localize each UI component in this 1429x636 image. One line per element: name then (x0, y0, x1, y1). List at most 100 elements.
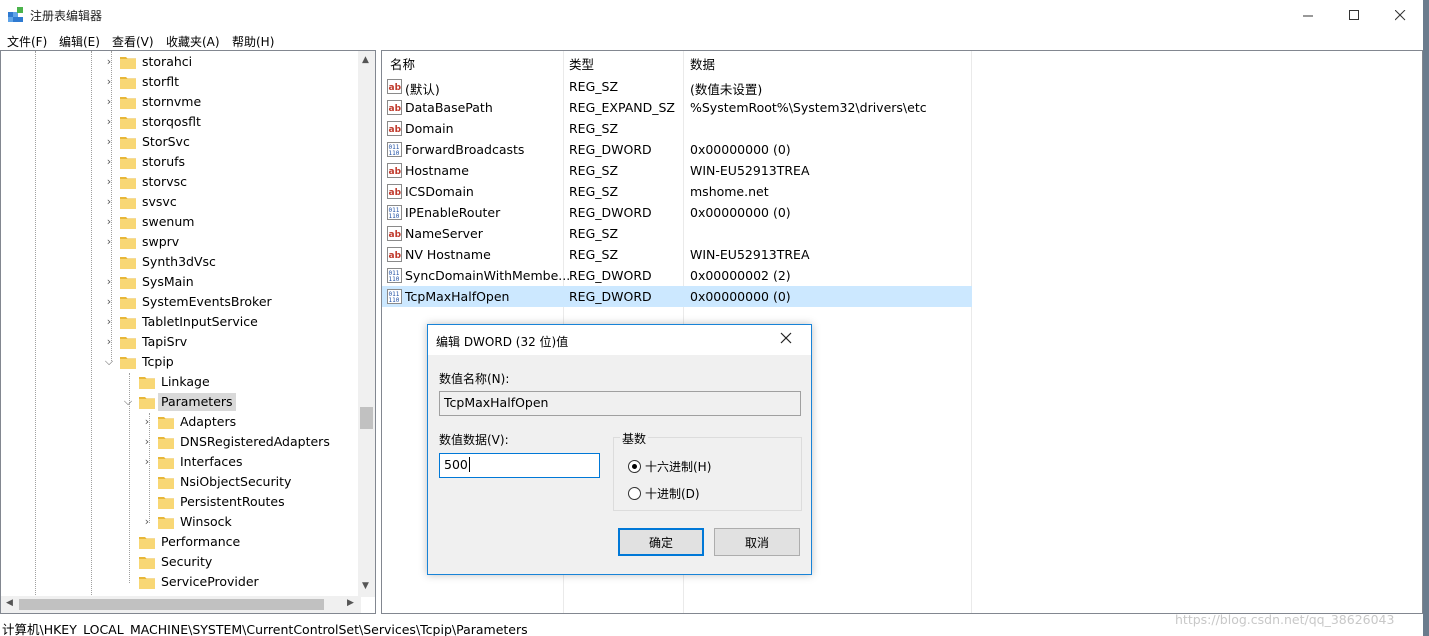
chevron-right-icon[interactable]: › (104, 216, 114, 227)
tree-node[interactable]: NsiObjectSecurity (158, 472, 294, 492)
maximize-button[interactable] (1331, 0, 1377, 30)
tree-node[interactable]: › swenum (107, 212, 197, 232)
menu-help[interactable]: 帮助(H) (232, 33, 274, 50)
tree-node[interactable]: Security (139, 552, 215, 572)
chevron-right-icon[interactable]: › (104, 156, 114, 167)
chevron-right-icon[interactable]: › (104, 176, 114, 187)
key-tree[interactable]: › storahci › storflt › stornvme › storqosflt › St… (0, 50, 376, 614)
menu-favorites[interactable]: 收藏夹(A) (166, 33, 220, 50)
folder-icon (120, 255, 136, 269)
svg-text:110: 110 (389, 150, 400, 157)
column-header-name[interactable]: 名称 (390, 54, 415, 73)
tree-node-label: Winsock (180, 514, 232, 529)
value-row[interactable]: ab (默认) REG_SZ (数值未设置) (382, 76, 972, 97)
tree-node[interactable]: › DNSRegisteredAdapters (145, 432, 333, 452)
chevron-right-icon[interactable]: › (142, 516, 152, 527)
tree-node[interactable]: › SystemEventsBroker (107, 292, 275, 312)
menu-edit[interactable]: 编辑(E) (59, 33, 100, 50)
binary-value-icon: 011 110 (387, 205, 402, 220)
value-row[interactable]: ab Domain REG_SZ (382, 118, 972, 139)
value-row[interactable]: ab ICSDomain REG_SZ mshome.net (382, 181, 972, 202)
ok-button[interactable]: 确定 (618, 528, 704, 556)
chevron-right-icon[interactable]: › (142, 456, 152, 467)
tree-guide-line (91, 51, 92, 597)
watermark-text: https://blog.csdn.net/qq_38626043 (1175, 612, 1395, 627)
tree-node[interactable]: › swprv (107, 232, 182, 252)
folder-icon (139, 555, 155, 569)
scroll-right-icon[interactable]: ▶ (347, 598, 354, 608)
chevron-right-icon[interactable]: › (104, 296, 114, 307)
tree-node[interactable]: Synth3dVsc (120, 252, 219, 272)
value-row[interactable]: ab NV Hostname REG_SZ WIN-EU52913TREA (382, 244, 972, 265)
tree-node-label: DNSRegisteredAdapters (180, 434, 330, 449)
tree-node[interactable]: › Interfaces (145, 452, 245, 472)
menu-view[interactable]: 查看(V) (112, 33, 154, 50)
tree-node[interactable]: Linkage (139, 372, 213, 392)
tree-node[interactable]: › stornvme (107, 92, 204, 112)
cancel-button[interactable]: 取消 (714, 528, 800, 556)
chevron-down-icon[interactable]: ⌵ (104, 356, 114, 367)
chevron-right-icon[interactable]: › (142, 436, 152, 447)
tree-node-label: Parameters (158, 393, 236, 411)
tree-node[interactable]: › SysMain (107, 272, 197, 292)
value-row[interactable]: ab NameServer REG_SZ (382, 223, 972, 244)
value-row[interactable]: ab DataBasePath REG_EXPAND_SZ %SystemRoot%\… (382, 97, 972, 118)
tree-node[interactable]: › Adapters (145, 412, 239, 432)
tree-node[interactable]: PersistentRoutes (158, 492, 288, 512)
tree-node[interactable]: › storvsc (107, 172, 190, 192)
folder-icon (120, 75, 136, 89)
tree-node-label: TapiSrv (142, 334, 188, 349)
scroll-left-icon[interactable]: ◀ (6, 598, 13, 608)
chevron-right-icon[interactable]: › (104, 56, 114, 67)
tree-node[interactable]: › TabletInputService (107, 312, 261, 332)
column-header-type[interactable]: 类型 (569, 54, 594, 73)
chevron-right-icon[interactable]: › (104, 116, 114, 127)
scroll-up-icon[interactable]: ▲ (362, 55, 369, 65)
chevron-right-icon[interactable]: › (104, 136, 114, 147)
tree-scroll-thumb[interactable] (360, 407, 373, 429)
value-data-input[interactable]: 500 (439, 453, 600, 478)
chevron-right-icon[interactable]: › (104, 276, 114, 287)
value-row[interactable]: ab Hostname REG_SZ WIN-EU52913TREA (382, 160, 972, 181)
chevron-right-icon[interactable]: › (142, 416, 152, 427)
tree-node[interactable]: › Winsock (145, 512, 235, 532)
tree-node[interactable]: ⌵ Tcpip (105, 352, 177, 372)
chevron-right-icon[interactable]: › (104, 196, 114, 207)
chevron-right-icon[interactable]: › (104, 316, 114, 327)
tree-node[interactable]: Performance (139, 532, 243, 552)
tree-node[interactable]: › StorSvc (107, 132, 193, 152)
dialog-close-button[interactable] (780, 332, 796, 348)
value-row[interactable]: 011 110 ForwardBroadcasts REG_DWORD 0x000000… (382, 139, 972, 160)
tree-horizontal-scrollbar[interactable]: ◀ ▶ (1, 596, 361, 613)
tree-node[interactable]: › storufs (107, 152, 188, 172)
radio-decimal[interactable]: 十进制(D) (628, 485, 700, 502)
tree-hscroll-thumb[interactable] (19, 599, 324, 610)
close-button[interactable] (1377, 0, 1423, 30)
tree-node[interactable]: ServiceProvider (139, 572, 262, 592)
value-row[interactable]: 011 110 SyncDomainWithMembe... REG_DWORD 0x0… (382, 265, 972, 286)
chevron-down-icon[interactable]: ⌵ (123, 396, 133, 407)
chevron-right-icon[interactable]: › (104, 336, 114, 347)
chevron-right-icon[interactable]: › (104, 96, 114, 107)
value-name-cell: DataBasePath (405, 100, 493, 115)
tree-vertical-scrollbar[interactable]: ▲ ▼ (358, 51, 375, 597)
radio-hex[interactable]: 十六进制(H) (628, 458, 711, 475)
scroll-down-icon[interactable]: ▼ (362, 581, 369, 591)
column-header-data[interactable]: 数据 (690, 54, 715, 73)
tree-node[interactable]: › storahci (107, 52, 195, 72)
tree-node[interactable]: ⌵ Parameters (124, 392, 236, 412)
chevron-right-icon[interactable]: › (104, 76, 114, 87)
tree-node[interactable]: › TapiSrv (107, 332, 190, 352)
value-type-cell: REG_DWORD (569, 268, 652, 283)
menu-file[interactable]: 文件(F) (7, 33, 47, 50)
folder-icon (120, 315, 136, 329)
minimize-button[interactable] (1285, 0, 1331, 30)
value-row[interactable]: 011 110 IPEnableRouter REG_DWORD 0x00000000 … (382, 202, 972, 223)
tree-node[interactable]: › svsvc (107, 192, 180, 212)
value-row[interactable]: 011 110 TcpMaxHalfOpen REG_DWORD 0x00000000 … (382, 286, 972, 307)
tree-node-label: stornvme (142, 94, 202, 109)
chevron-right-icon[interactable]: › (104, 236, 114, 247)
value-type-cell: REG_SZ (569, 79, 619, 94)
tree-node[interactable]: › storflt (107, 72, 182, 92)
tree-node[interactable]: › storqosflt (107, 112, 204, 132)
